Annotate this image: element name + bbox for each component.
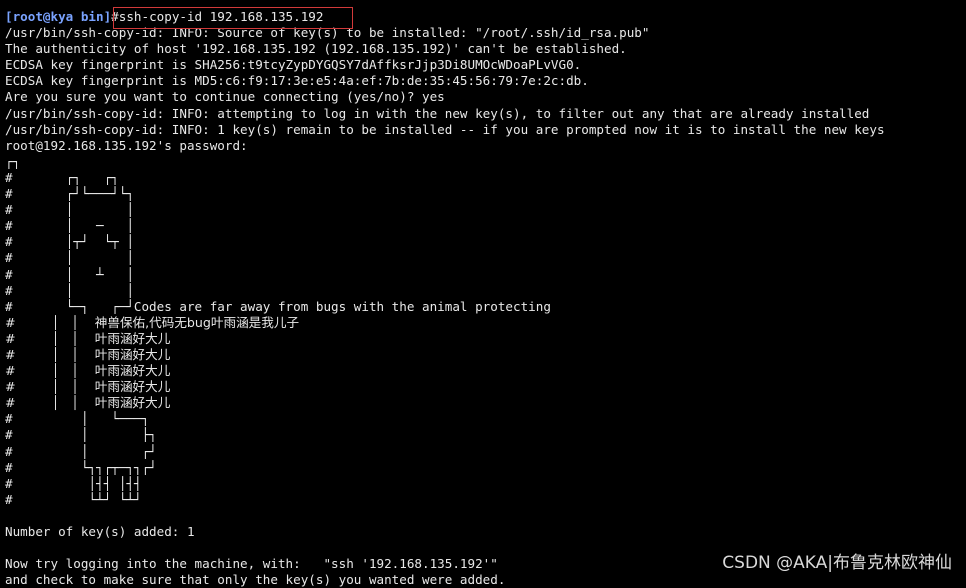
banner-line: # │ ├┐ xyxy=(5,427,157,443)
banner-line: # │ │ xyxy=(5,202,134,218)
ascii-art-banner: ┌┐ # ┌┐ ┌┐ # ┌┘└───┘└┐ # │ │ # │ ─ │ # │… xyxy=(5,154,960,508)
banner-line: # │ ┌┘ xyxy=(5,443,157,459)
banner-line: # ┌┘└───┘└┐ xyxy=(5,186,134,202)
command-text: #ssh-copy-id 192.168.135.192 xyxy=(111,9,324,24)
output-line: /usr/bin/ssh-copy-id: INFO: Source of ke… xyxy=(5,25,650,41)
output-line: Are you sure you want to continue connec… xyxy=(5,89,445,105)
banner-line: # ┌┐ ┌┐ xyxy=(5,169,119,185)
banner-line: # │ │ 叶雨涵好大儿 xyxy=(5,379,171,395)
banner-line: # └┐┐┌┬─┐┐┌┘ xyxy=(5,459,157,475)
keys-added-line: Number of key(s) added: 1 xyxy=(5,524,195,539)
banner-line: # │ │ 神兽保佑,代码无bug叶雨涵是我儿子 xyxy=(5,314,300,330)
banner-line: # │┬┘ └┬ │ xyxy=(5,234,134,250)
banner-line: # │ │ 叶雨涵好大儿 xyxy=(5,395,171,411)
command-line: [root@kya bin]#ssh-copy-id 192.168.135.1… xyxy=(5,9,960,25)
output-line: /usr/bin/ssh-copy-id: INFO: 1 key(s) rem… xyxy=(5,121,885,137)
banner-line: # │ │ xyxy=(5,250,134,266)
output-line: ECDSA key fingerprint is SHA256:t9tcyZyp… xyxy=(5,57,582,73)
banner-line: ┌┐ xyxy=(5,153,21,169)
shell-prompt: [root@kya bin] xyxy=(5,9,112,24)
banner-line: # │ │ 叶雨涵好大儿 xyxy=(5,346,171,362)
banner-line: # └─┐ ┌─┘Codes are far away from bugs wi… xyxy=(5,298,551,314)
banner-line: # │ │ 叶雨涵好大儿 xyxy=(5,330,171,346)
output-line: and check to make sure that only the key… xyxy=(5,572,506,588)
banner-line: # │┤┤ │┤┤ xyxy=(5,475,142,491)
csdn-watermark: CSDN @AKA|布鲁克林欧神仙 xyxy=(722,553,952,573)
output-line: /usr/bin/ssh-copy-id: INFO: attempting t… xyxy=(5,105,870,121)
banner-line: # │ ─ │ xyxy=(5,218,134,234)
password-prompt-line: root@192.168.135.192's password: xyxy=(5,137,248,153)
banner-line: # │ ┴ │ xyxy=(5,266,134,282)
command-output: /usr/bin/ssh-copy-id: INFO: Source of ke… xyxy=(5,25,960,154)
banner-line: # │ │ xyxy=(5,282,134,298)
terminal-window[interactable]: [root@kya bin]#ssh-copy-id 192.168.135.1… xyxy=(5,9,960,588)
banner-line: # │ │ 叶雨涵好大儿 xyxy=(5,363,171,379)
output-line: ECDSA key fingerprint is MD5:c6:f9:17:3e… xyxy=(5,73,589,89)
banner-line: # │ └───┐ xyxy=(5,411,150,427)
output-line: The authenticity of host '192.168.135.19… xyxy=(5,41,627,57)
banner-line: # └┴┘ └┴┘ xyxy=(5,491,142,507)
